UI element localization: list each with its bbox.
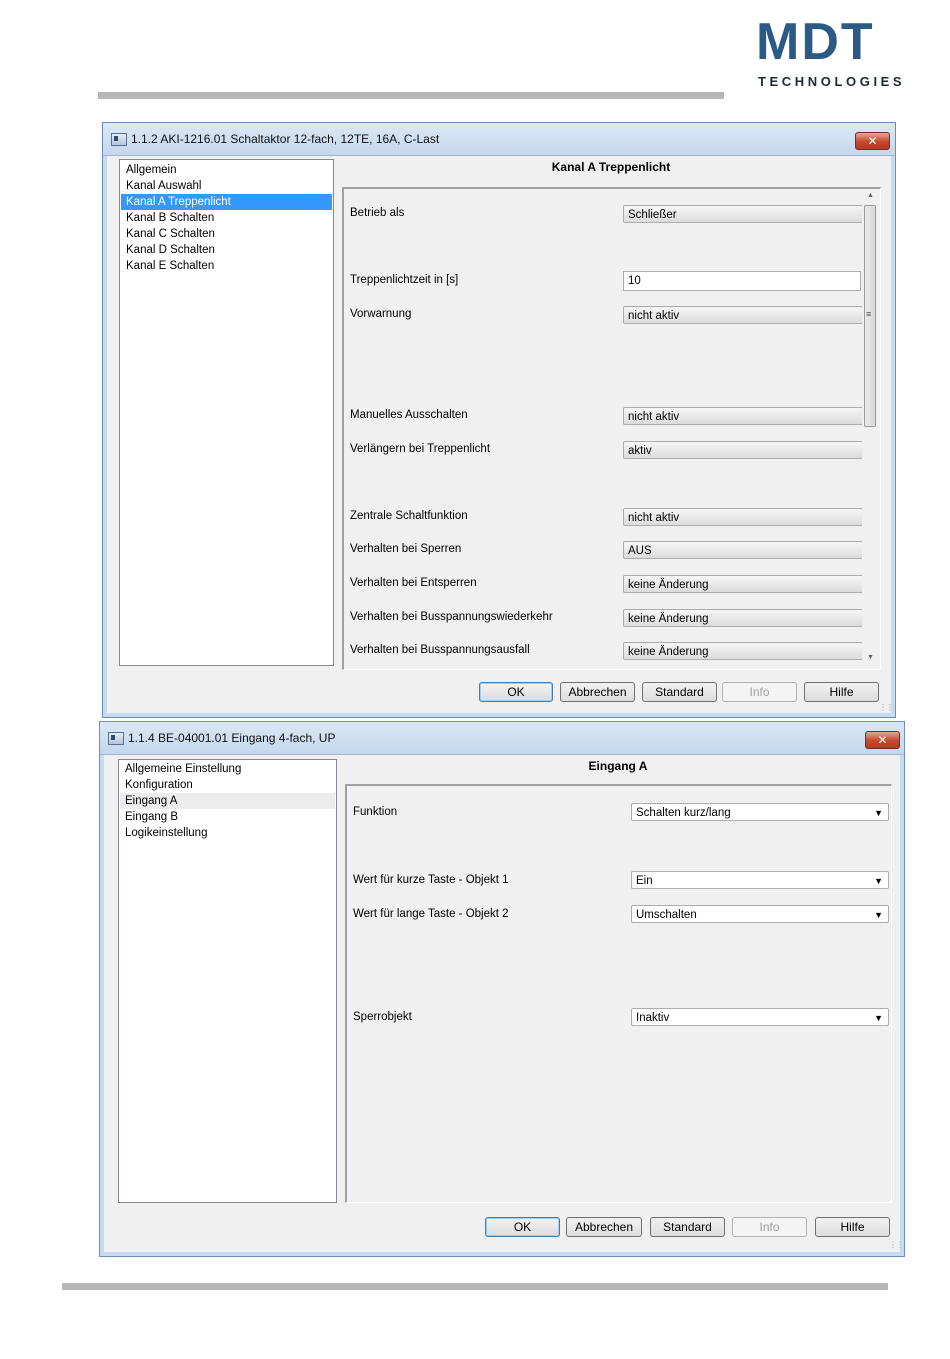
nav-item-kanal-d[interactable]: Kanal D Schalten	[121, 242, 332, 258]
lange-taste-value: Umschalten	[636, 909, 697, 921]
close-button[interactable]	[855, 132, 890, 150]
logo-mark: MDT	[756, 13, 875, 71]
chevron-down-icon: ▼	[874, 1013, 883, 1023]
nav-item-kanal-c[interactable]: Kanal C Schalten	[121, 226, 332, 242]
parameter-scrollbar[interactable]: ▲ ≡ ▼	[862, 189, 879, 667]
vorwarnung-value: nicht aktiv	[628, 310, 680, 322]
panel-title: Kanal A Treppenlicht	[551, 160, 671, 174]
busspannungsausfall-value: keine Änderung	[628, 646, 709, 658]
mdt-logo: MDT TECHNOLOGIES	[756, 13, 902, 90]
entsperren-value: keine Änderung	[628, 579, 709, 591]
verlaengern-select[interactable]: aktiv	[623, 441, 863, 459]
betrieb-select[interactable]: Schließer	[623, 205, 863, 223]
close-button[interactable]	[865, 731, 900, 749]
vorwarnung-label: Vorwarnung	[350, 308, 412, 320]
lange-taste-select[interactable]: Umschalten ▼	[631, 905, 889, 923]
manuelles-ausschalten-label: Manuelles Ausschalten	[350, 409, 468, 421]
treppenlichtzeit-input[interactable]: 10	[623, 271, 861, 291]
chevron-down-icon: ▼	[874, 876, 883, 886]
window-title: 1.1.4 BE-04001.01 Eingang 4-fach, UP	[128, 731, 336, 745]
busspannungswiederkehr-label: Verhalten bei Busspannungswiederkehr	[350, 611, 553, 623]
sperren-select[interactable]: AUS	[623, 541, 863, 559]
titlebar: 1.1.2 AKI-1216.01 Schaltaktor 12-fach, 1…	[103, 123, 895, 156]
busspannungsausfall-select[interactable]: keine Änderung	[623, 642, 863, 660]
app-icon	[111, 133, 127, 146]
manuelles-ausschalten-select[interactable]: nicht aktiv	[623, 407, 863, 425]
dialog-schaltaktor: 1.1.2 AKI-1216.01 Schaltaktor 12-fach, 1…	[102, 122, 896, 718]
zentrale-schaltfunktion-label: Zentrale Schaltfunktion	[350, 510, 468, 522]
help-button[interactable]: Hilfe	[804, 682, 879, 702]
ok-button[interactable]: OK	[485, 1217, 560, 1237]
resize-grip-icon[interactable]: ⋮⋮	[879, 703, 894, 712]
zentrale-schaltfunktion-value: nicht aktiv	[628, 512, 680, 524]
footer-divider	[62, 1283, 888, 1290]
busspannungswiederkehr-value: keine Änderung	[628, 613, 709, 625]
kurze-taste-label: Wert für kurze Taste - Objekt 1	[353, 874, 509, 886]
nav-item-kanal-auswahl[interactable]: Kanal Auswahl	[121, 178, 332, 194]
nav-item-eingang-b[interactable]: Eingang B	[120, 809, 335, 825]
standard-button[interactable]: Standard	[642, 682, 717, 702]
manuelles-ausschalten-value: nicht aktiv	[628, 411, 680, 423]
verlaengern-value: aktiv	[628, 445, 652, 457]
nav-item-logikeinstellung[interactable]: Logikeinstellung	[120, 825, 335, 841]
resize-grip-icon[interactable]: ⋮⋮	[889, 1240, 904, 1249]
funktion-select[interactable]: Schalten kurz/lang ▼	[631, 803, 889, 821]
kurze-taste-value: Ein	[636, 875, 653, 887]
sperrobjekt-select[interactable]: Inaktiv ▼	[631, 1008, 889, 1026]
info-button: Info	[722, 682, 797, 702]
entsperren-label: Verhalten bei Entsperren	[350, 577, 477, 589]
nav-item-kanal-e[interactable]: Kanal E Schalten	[121, 258, 332, 274]
info-button: Info	[732, 1217, 807, 1237]
help-button[interactable]: Hilfe	[815, 1217, 890, 1237]
app-icon	[108, 732, 124, 745]
scroll-up-icon[interactable]: ▲	[862, 189, 879, 203]
sperren-value: AUS	[628, 545, 652, 557]
betrieb-label: Betrieb als	[350, 207, 405, 219]
nav-item-kanal-b[interactable]: Kanal B Schalten	[121, 210, 332, 226]
nav-tree: Allgemein Kanal Auswahl Kanal A Treppenl…	[119, 159, 334, 666]
dialog-eingang: 1.1.4 BE-04001.01 Eingang 4-fach, UP All…	[99, 721, 905, 1257]
scroll-grip-icon: ≡	[866, 309, 872, 319]
sperren-label: Verhalten bei Sperren	[350, 543, 462, 555]
header-divider	[98, 92, 724, 99]
standard-button[interactable]: Standard	[650, 1217, 725, 1237]
nav-item-konfiguration[interactable]: Konfiguration	[120, 777, 335, 793]
lange-taste-label: Wert für lange Taste - Objekt 2	[353, 908, 509, 920]
cancel-button[interactable]: Abbrechen	[560, 682, 635, 702]
sperrobjekt-label: Sperrobjekt	[353, 1011, 412, 1023]
entsperren-select[interactable]: keine Änderung	[623, 575, 863, 593]
logo-subtitle: TECHNOLOGIES	[758, 74, 906, 89]
panel-title: Eingang A	[588, 759, 648, 773]
nav-item-allgemein[interactable]: Allgemein	[121, 162, 332, 178]
nav-tree: Allgemeine Einstellung Konfiguration Ein…	[118, 759, 337, 1203]
cancel-button[interactable]: Abbrechen	[566, 1217, 642, 1237]
scroll-down-icon[interactable]: ▼	[862, 651, 879, 665]
funktion-value: Schalten kurz/lang	[636, 807, 731, 819]
parameter-panel: Betrieb als Schließer Treppenlichtzeit i…	[342, 187, 881, 670]
funktion-label: Funktion	[353, 806, 398, 818]
nav-item-eingang-a[interactable]: Eingang A	[120, 793, 335, 809]
nav-item-kanal-a[interactable]: Kanal A Treppenlicht	[121, 194, 332, 210]
sperrobjekt-value: Inaktiv	[636, 1012, 670, 1024]
zentrale-schaltfunktion-select[interactable]: nicht aktiv	[623, 508, 863, 526]
nav-item-allgemeine-einstellung[interactable]: Allgemeine Einstellung	[120, 761, 335, 777]
chevron-down-icon: ▼	[874, 808, 883, 818]
betrieb-value: Schließer	[628, 209, 677, 221]
window-title: 1.1.2 AKI-1216.01 Schaltaktor 12-fach, 1…	[131, 132, 440, 146]
parameter-panel: Funktion Schalten kurz/lang ▼ Wert für ku…	[345, 784, 892, 1203]
kurze-taste-select[interactable]: Ein ▼	[631, 871, 889, 889]
busspannungsausfall-label: Verhalten bei Busspannungsausfall	[350, 644, 530, 656]
chevron-down-icon: ▼	[874, 910, 883, 920]
treppenlichtzeit-label: Treppenlichtzeit in [s]	[350, 274, 459, 286]
busspannungswiederkehr-select[interactable]: keine Änderung	[623, 609, 863, 627]
ok-button[interactable]: OK	[479, 682, 553, 702]
verlaengern-label: Verlängern bei Treppenlicht	[350, 443, 491, 455]
vorwarnung-select[interactable]: nicht aktiv	[623, 306, 863, 324]
titlebar: 1.1.4 BE-04001.01 Eingang 4-fach, UP	[100, 722, 904, 755]
